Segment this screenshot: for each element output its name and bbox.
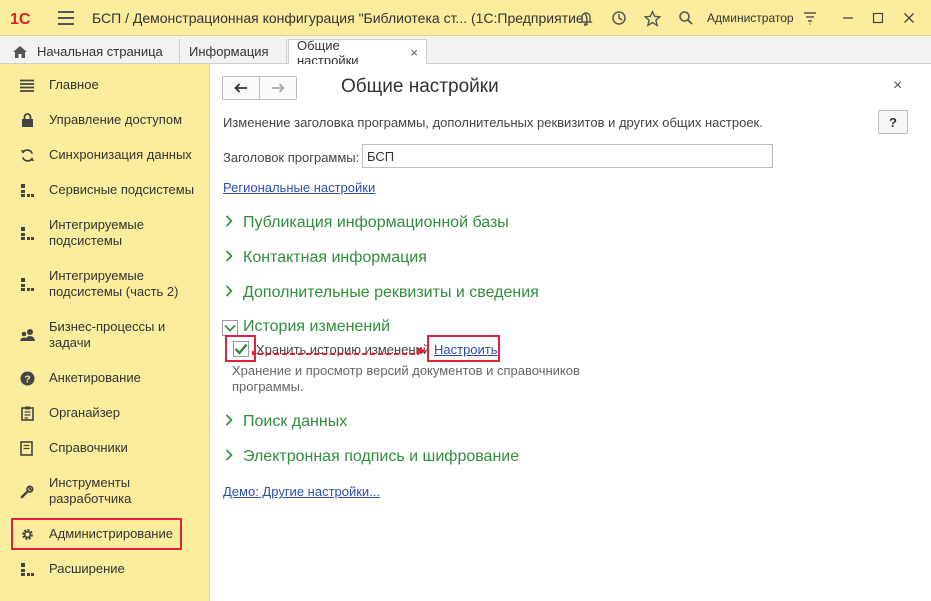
forward-button[interactable] bbox=[260, 77, 296, 99]
subsystems-icon bbox=[18, 181, 36, 199]
sidebar-item-label: Инструменты разработчика bbox=[49, 475, 132, 506]
wrench-icon bbox=[18, 482, 36, 500]
close-window-icon[interactable] bbox=[899, 8, 919, 28]
sidebar-item-label: Интегрируемые подсистемы (часть 2) bbox=[49, 268, 179, 299]
sidebar-item-integrated[interactable]: Интегрируемые подсистемы bbox=[0, 216, 209, 250]
page-title: Общие настройки bbox=[341, 76, 499, 97]
lock-icon bbox=[18, 111, 36, 129]
main-menu-icon[interactable] bbox=[58, 11, 74, 25]
sidebar-item-business[interactable]: Бизнес-процессы и задачи bbox=[0, 318, 209, 352]
sidebar-item-label: Интегрируемые подсистемы bbox=[49, 217, 144, 248]
chevron-right-icon bbox=[225, 214, 235, 232]
svg-text:?: ? bbox=[24, 374, 30, 385]
back-button[interactable] bbox=[223, 77, 260, 99]
question-icon: ? bbox=[18, 369, 36, 387]
logo-1c-icon: 1С bbox=[10, 11, 31, 27]
tab-bar: Начальная страница Информация Общие наст… bbox=[0, 36, 931, 68]
sidebar-item-label: Синхронизация данных bbox=[49, 147, 192, 162]
tab-home[interactable]: Начальная страница bbox=[4, 39, 180, 64]
group-digital-signature[interactable]: Электронная подпись и шифрование bbox=[225, 448, 519, 466]
chevron-right-icon bbox=[225, 284, 235, 302]
sidebar-item-label: Главное bbox=[49, 77, 99, 92]
program-title-input[interactable] bbox=[362, 144, 773, 168]
organizer-icon bbox=[18, 404, 36, 422]
search-icon[interactable] bbox=[676, 8, 696, 28]
group-label: Электронная подпись и шифрование bbox=[243, 448, 520, 465]
people-icon bbox=[18, 326, 36, 344]
sidebar-item-label: Бизнес-процессы и задачи bbox=[49, 319, 166, 350]
close-form-icon[interactable]: × bbox=[893, 77, 902, 95]
navigation-buttons bbox=[222, 76, 297, 100]
sidebar-item-label: Органайзер bbox=[49, 405, 120, 420]
subsystems-icon bbox=[18, 224, 36, 242]
group-publication[interactable]: Публикация информационной базы bbox=[225, 214, 509, 232]
help-button[interactable]: ? bbox=[878, 110, 908, 134]
regional-settings-link[interactable]: Региональные настройки bbox=[223, 180, 375, 195]
sidebar-item-sync[interactable]: Синхронизация данных bbox=[0, 146, 209, 164]
user-name[interactable]: Администратор bbox=[707, 11, 794, 25]
history-icon[interactable] bbox=[609, 8, 629, 28]
sidebar-item-label: Расширение bbox=[49, 561, 125, 576]
group-data-search[interactable]: Поиск данных bbox=[225, 413, 347, 431]
maximize-icon[interactable] bbox=[868, 8, 888, 28]
group-contact-info[interactable]: Контактная информация bbox=[225, 249, 427, 267]
main-panel: Общие настройки × ? Изменение заголовка … bbox=[211, 64, 931, 601]
arrow-left-icon bbox=[234, 83, 247, 93]
sidebar-item-label: Сервисные подсистемы bbox=[49, 182, 195, 197]
group-additional-attributes[interactable]: Дополнительные реквизиты и сведения bbox=[225, 284, 539, 302]
settings-icon[interactable] bbox=[800, 8, 820, 28]
sidebar-item-devtools[interactable]: Инструменты разработчика bbox=[0, 474, 209, 508]
program-title-label: Заголовок программы: bbox=[223, 150, 360, 165]
sidebar-item-access[interactable]: Управление доступом bbox=[0, 111, 209, 129]
minimize-icon[interactable] bbox=[838, 8, 858, 28]
home-icon bbox=[13, 45, 27, 58]
sidebar-item-extension[interactable]: Расширение bbox=[0, 560, 209, 578]
subsystems-icon bbox=[18, 275, 36, 293]
sidebar-item-label: Управление доступом bbox=[49, 112, 183, 127]
star-icon[interactable] bbox=[642, 8, 662, 28]
tab-label: Начальная страница bbox=[37, 44, 163, 59]
sidebar-item-organizer[interactable]: Органайзер bbox=[0, 404, 209, 422]
sidebar-item-label: Справочники bbox=[49, 440, 128, 455]
close-tab-icon[interactable]: × bbox=[410, 45, 418, 60]
bell-icon[interactable] bbox=[576, 8, 596, 28]
annotation-arrow bbox=[252, 347, 427, 355]
svg-text:1С: 1С bbox=[10, 11, 31, 27]
demo-other-settings-link[interactable]: Демо: Другие настройки... bbox=[223, 484, 380, 499]
highlight-frame bbox=[11, 518, 182, 550]
group-label: Контактная информация bbox=[243, 249, 427, 266]
title-bar: 1С БСП / Демонстрационная конфигурация "… bbox=[0, 0, 931, 36]
sync-icon bbox=[18, 146, 36, 164]
chevron-right-icon bbox=[225, 448, 235, 466]
sidebar-item-label: Анкетирование bbox=[49, 370, 141, 385]
form-description: Изменение заголовка программы, дополните… bbox=[223, 115, 763, 130]
group-history-title[interactable]: История изменений bbox=[243, 318, 390, 336]
group-label: Дополнительные реквизиты и сведения bbox=[243, 284, 539, 301]
sidebar-item-main[interactable]: Главное bbox=[0, 76, 209, 94]
tab-information[interactable]: Информация bbox=[181, 39, 287, 64]
sidebar: Главное Управление доступом Синхронизаци… bbox=[0, 64, 210, 601]
chevron-right-icon bbox=[225, 413, 235, 431]
sidebar-item-catalogs[interactable]: Справочники bbox=[0, 439, 209, 457]
menu-icon bbox=[18, 76, 36, 94]
tab-label: Общие настройки bbox=[297, 37, 359, 68]
collapse-history-toggle[interactable] bbox=[222, 320, 238, 336]
subsystems-icon bbox=[18, 560, 36, 578]
window-title: БСП / Демонстрационная конфигурация "Биб… bbox=[92, 10, 589, 26]
sidebar-item-service[interactable]: Сервисные подсистемы bbox=[0, 181, 209, 199]
sidebar-item-integrated-2[interactable]: Интегрируемые подсистемы (часть 2) bbox=[0, 267, 209, 301]
group-label: Поиск данных bbox=[243, 413, 348, 430]
tab-label: Информация bbox=[189, 44, 269, 59]
chevron-right-icon bbox=[225, 249, 235, 267]
tab-general-settings[interactable]: Общие настройки × bbox=[288, 37, 427, 68]
group-label: Публикация информационной базы bbox=[243, 214, 509, 231]
history-hint: Хранение и просмотр версий документов и … bbox=[232, 363, 580, 394]
sidebar-item-survey[interactable]: ? Анкетирование bbox=[0, 369, 209, 387]
book-icon bbox=[18, 439, 36, 457]
arrow-right-icon bbox=[272, 83, 285, 93]
highlight-frame bbox=[427, 335, 500, 362]
chevron-down-icon bbox=[224, 324, 236, 332]
